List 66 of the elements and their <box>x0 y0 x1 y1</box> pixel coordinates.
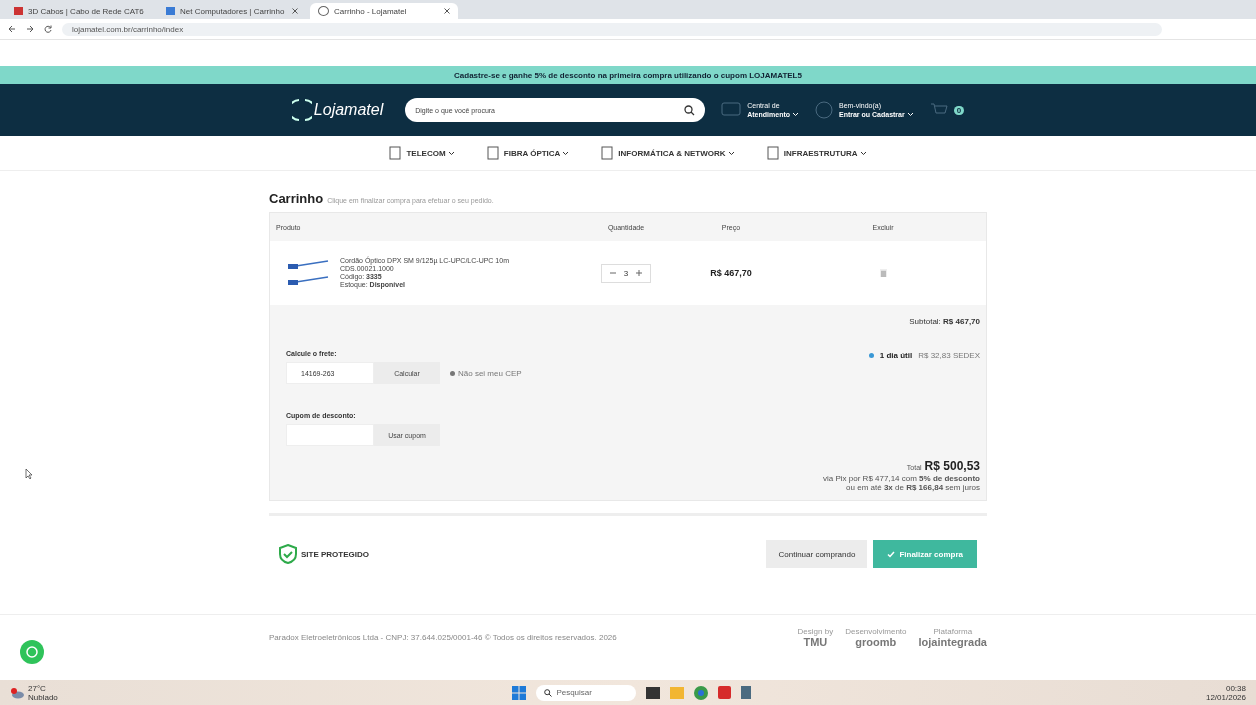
browser-tab[interactable]: Carrinho - Lojamatel <box>310 3 458 19</box>
weather-icon <box>10 686 24 699</box>
credit-caption: Design by <box>797 626 834 636</box>
search-icon <box>684 104 696 116</box>
caret-icon <box>859 150 867 156</box>
category-icon <box>601 146 614 160</box>
caret-icon <box>562 150 570 156</box>
taskbar-search[interactable]: Pesquisar <box>536 684 637 701</box>
credit-logo[interactable]: TMU <box>803 635 828 648</box>
product-price: R$ 467,70 <box>710 268 752 278</box>
cart-icon[interactable] <box>929 103 948 117</box>
search-icon <box>544 688 553 697</box>
quantity-stepper[interactable]: 3 <box>600 263 652 283</box>
shipping-option: 1 dia útil <box>879 351 913 360</box>
clock-date: 12/01/2026 <box>1205 692 1246 702</box>
cart-count: 0 <box>953 105 965 115</box>
category-icon <box>486 146 499 160</box>
caret-icon <box>727 150 735 156</box>
category-icon <box>766 146 779 160</box>
windows-icon[interactable] <box>512 685 527 700</box>
category-icon <box>389 146 402 160</box>
pix-price: via Pix por R$ 477,14 com 5% de desconto <box>822 474 980 483</box>
cable-drawing <box>286 258 330 288</box>
favicon-icon <box>166 7 175 15</box>
reload-icon[interactable] <box>44 25 52 33</box>
credit-caption: Desenvolvimento <box>845 626 907 636</box>
whatsapp-button[interactable] <box>20 640 44 664</box>
close-icon[interactable] <box>292 8 298 14</box>
subtotal: Subtotal: R$ 467,70 <box>908 316 980 328</box>
page-title: Carrinho <box>269 191 324 206</box>
forward-icon[interactable] <box>26 25 34 33</box>
temperature: 27°C <box>28 683 47 693</box>
installments: ou em até 3x de R$ 166,84 sem juros <box>845 483 980 492</box>
clock-time: 00:38 <box>1224 683 1246 693</box>
shipping-price: R$ 32,83 SEDEX <box>918 351 980 360</box>
continue-button[interactable]: Continuar comprando <box>766 540 868 568</box>
browser-tab[interactable]: Net Computadores | Carrinho <box>158 3 306 19</box>
radio-button[interactable] <box>868 353 874 358</box>
credit-caption: Plataforma <box>933 626 973 636</box>
check-icon <box>887 550 896 558</box>
shield-icon <box>279 544 297 564</box>
favicon-icon <box>14 7 23 15</box>
cursor-icon <box>25 468 33 480</box>
copyright: Paradox Eletroeletrônicos Ltda - CNPJ: 37.644.025/0001-46 © Todos os direitos reservados. 2026 <box>269 632 617 642</box>
nav-link[interactable]: FIBRA ÓPTICA <box>503 148 570 158</box>
nav-link[interactable]: INFRAESTRUTURA <box>783 148 867 158</box>
nav-link[interactable]: INFORMÁTICA & NETWORK <box>618 148 735 158</box>
app-icon[interactable] <box>646 686 661 699</box>
nav-link[interactable]: TELECOM <box>406 148 455 158</box>
logo-icon <box>291 98 312 122</box>
promo-banner: Cadastre-se e ganhe 5% de desconto na primeira compra utilizando o cupom LOJAMATEL5 <box>0 66 1256 84</box>
caret-icon <box>447 150 455 156</box>
caret-icon <box>791 112 799 117</box>
plus-icon[interactable] <box>636 268 643 277</box>
zip-help-link[interactable]: Não sei meu CEP <box>458 368 522 378</box>
back-icon[interactable] <box>8 25 16 33</box>
weather-text: Nublado <box>28 692 58 702</box>
total-value: R$ 500,53 <box>924 459 980 473</box>
seal-text: SITE PROTEGIDO <box>301 549 369 559</box>
credit-logo[interactable]: lojaintegrada <box>918 635 987 648</box>
address-bar[interactable]: lojamatel.com.br/carrinho/index <box>62 22 1162 36</box>
close-icon[interactable] <box>444 8 450 14</box>
logo-text: Lojamatel <box>313 101 384 119</box>
browser-tab[interactable]: 3D Cabos | Cabo de Rede CAT6 <box>6 3 154 19</box>
caret-icon <box>906 112 914 117</box>
credit-logo[interactable]: groomb <box>855 635 897 648</box>
